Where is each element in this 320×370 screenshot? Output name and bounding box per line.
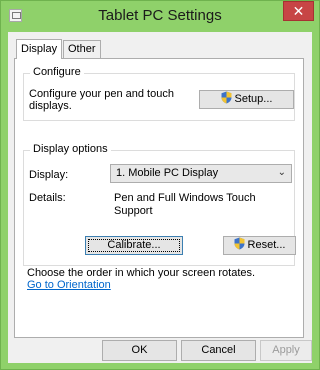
- go-to-orientation-link[interactable]: Go to Orientation: [27, 279, 111, 291]
- details-label: Details:: [29, 192, 66, 204]
- calibrate-button-label: Calibrate...: [107, 239, 161, 251]
- display-tab-panel: Configure Configure your pen and touch d…: [14, 58, 304, 338]
- display-label: Display:: [29, 169, 69, 181]
- chevron-down-icon: ⌄: [277, 167, 286, 178]
- ok-button[interactable]: OK: [102, 340, 177, 361]
- tablet-pc-settings-window: Tablet PC Settings ✕ Display Other Confi…: [0, 0, 320, 370]
- dialog-client-area: Display Other Configure Configure your p…: [8, 32, 312, 363]
- shield-icon: [221, 91, 232, 104]
- configure-description-line2: displays.: [29, 100, 72, 112]
- details-value: Pen and Full Windows Touch Support: [114, 192, 256, 217]
- reset-button[interactable]: Reset...: [223, 236, 296, 255]
- display-select[interactable]: 1. Mobile PC Display ⌄: [110, 164, 292, 183]
- setup-button-label: Setup...: [234, 93, 273, 105]
- configure-group: Configure Configure your pen and touch d…: [23, 66, 295, 121]
- setup-button[interactable]: Setup...: [199, 90, 294, 109]
- close-button[interactable]: ✕: [283, 1, 314, 21]
- close-icon: ✕: [292, 3, 305, 19]
- title-bar[interactable]: Tablet PC Settings ✕: [1, 1, 319, 30]
- tab-display[interactable]: Display: [16, 39, 63, 59]
- reset-button-label: Reset...: [247, 239, 286, 251]
- display-options-group-label: Display options: [30, 143, 111, 155]
- calibrate-button[interactable]: Calibrate...: [85, 236, 183, 255]
- tab-other[interactable]: Other: [63, 40, 101, 58]
- window-title: Tablet PC Settings: [98, 7, 222, 24]
- shield-icon: [234, 237, 245, 250]
- apply-button[interactable]: Apply: [260, 340, 312, 361]
- display-options-group: Display options Display: 1. Mobile PC Di…: [23, 143, 296, 266]
- configure-group-label: Configure: [30, 66, 84, 78]
- display-select-value: 1. Mobile PC Display: [116, 167, 219, 179]
- cancel-button[interactable]: Cancel: [181, 340, 256, 361]
